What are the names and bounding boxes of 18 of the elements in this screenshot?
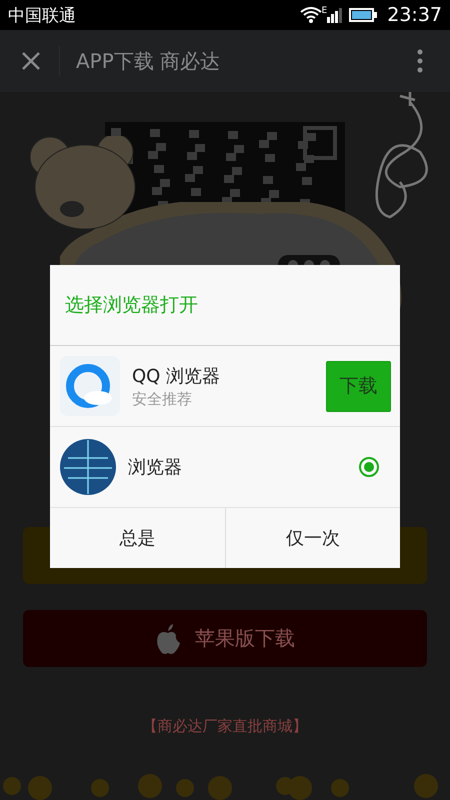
radio-button[interactable] xyxy=(359,457,379,477)
page-title: APP下载 商必达 xyxy=(76,48,222,74)
clock-time: 23:37 xyxy=(387,4,442,26)
browser-name: 浏览器 xyxy=(128,456,183,479)
network-type: E xyxy=(322,6,328,16)
carrier-name: 中国联通 xyxy=(8,4,77,26)
download-button[interactable]: 下载 xyxy=(326,360,391,412)
store-slogan: 【商必达厂家直批商城】 xyxy=(142,717,308,736)
browser-name: QQ 浏览器 xyxy=(132,364,222,388)
browser-subtitle: 安全推荐 xyxy=(132,390,193,408)
globe-icon xyxy=(60,438,116,496)
battery-icon xyxy=(349,8,378,22)
signal-icon xyxy=(327,7,344,23)
close-icon[interactable] xyxy=(21,51,41,71)
browser-app-icon xyxy=(60,356,120,416)
apple-icon xyxy=(155,622,181,654)
wifi-icon xyxy=(300,7,322,23)
more-icon[interactable] xyxy=(417,49,423,73)
